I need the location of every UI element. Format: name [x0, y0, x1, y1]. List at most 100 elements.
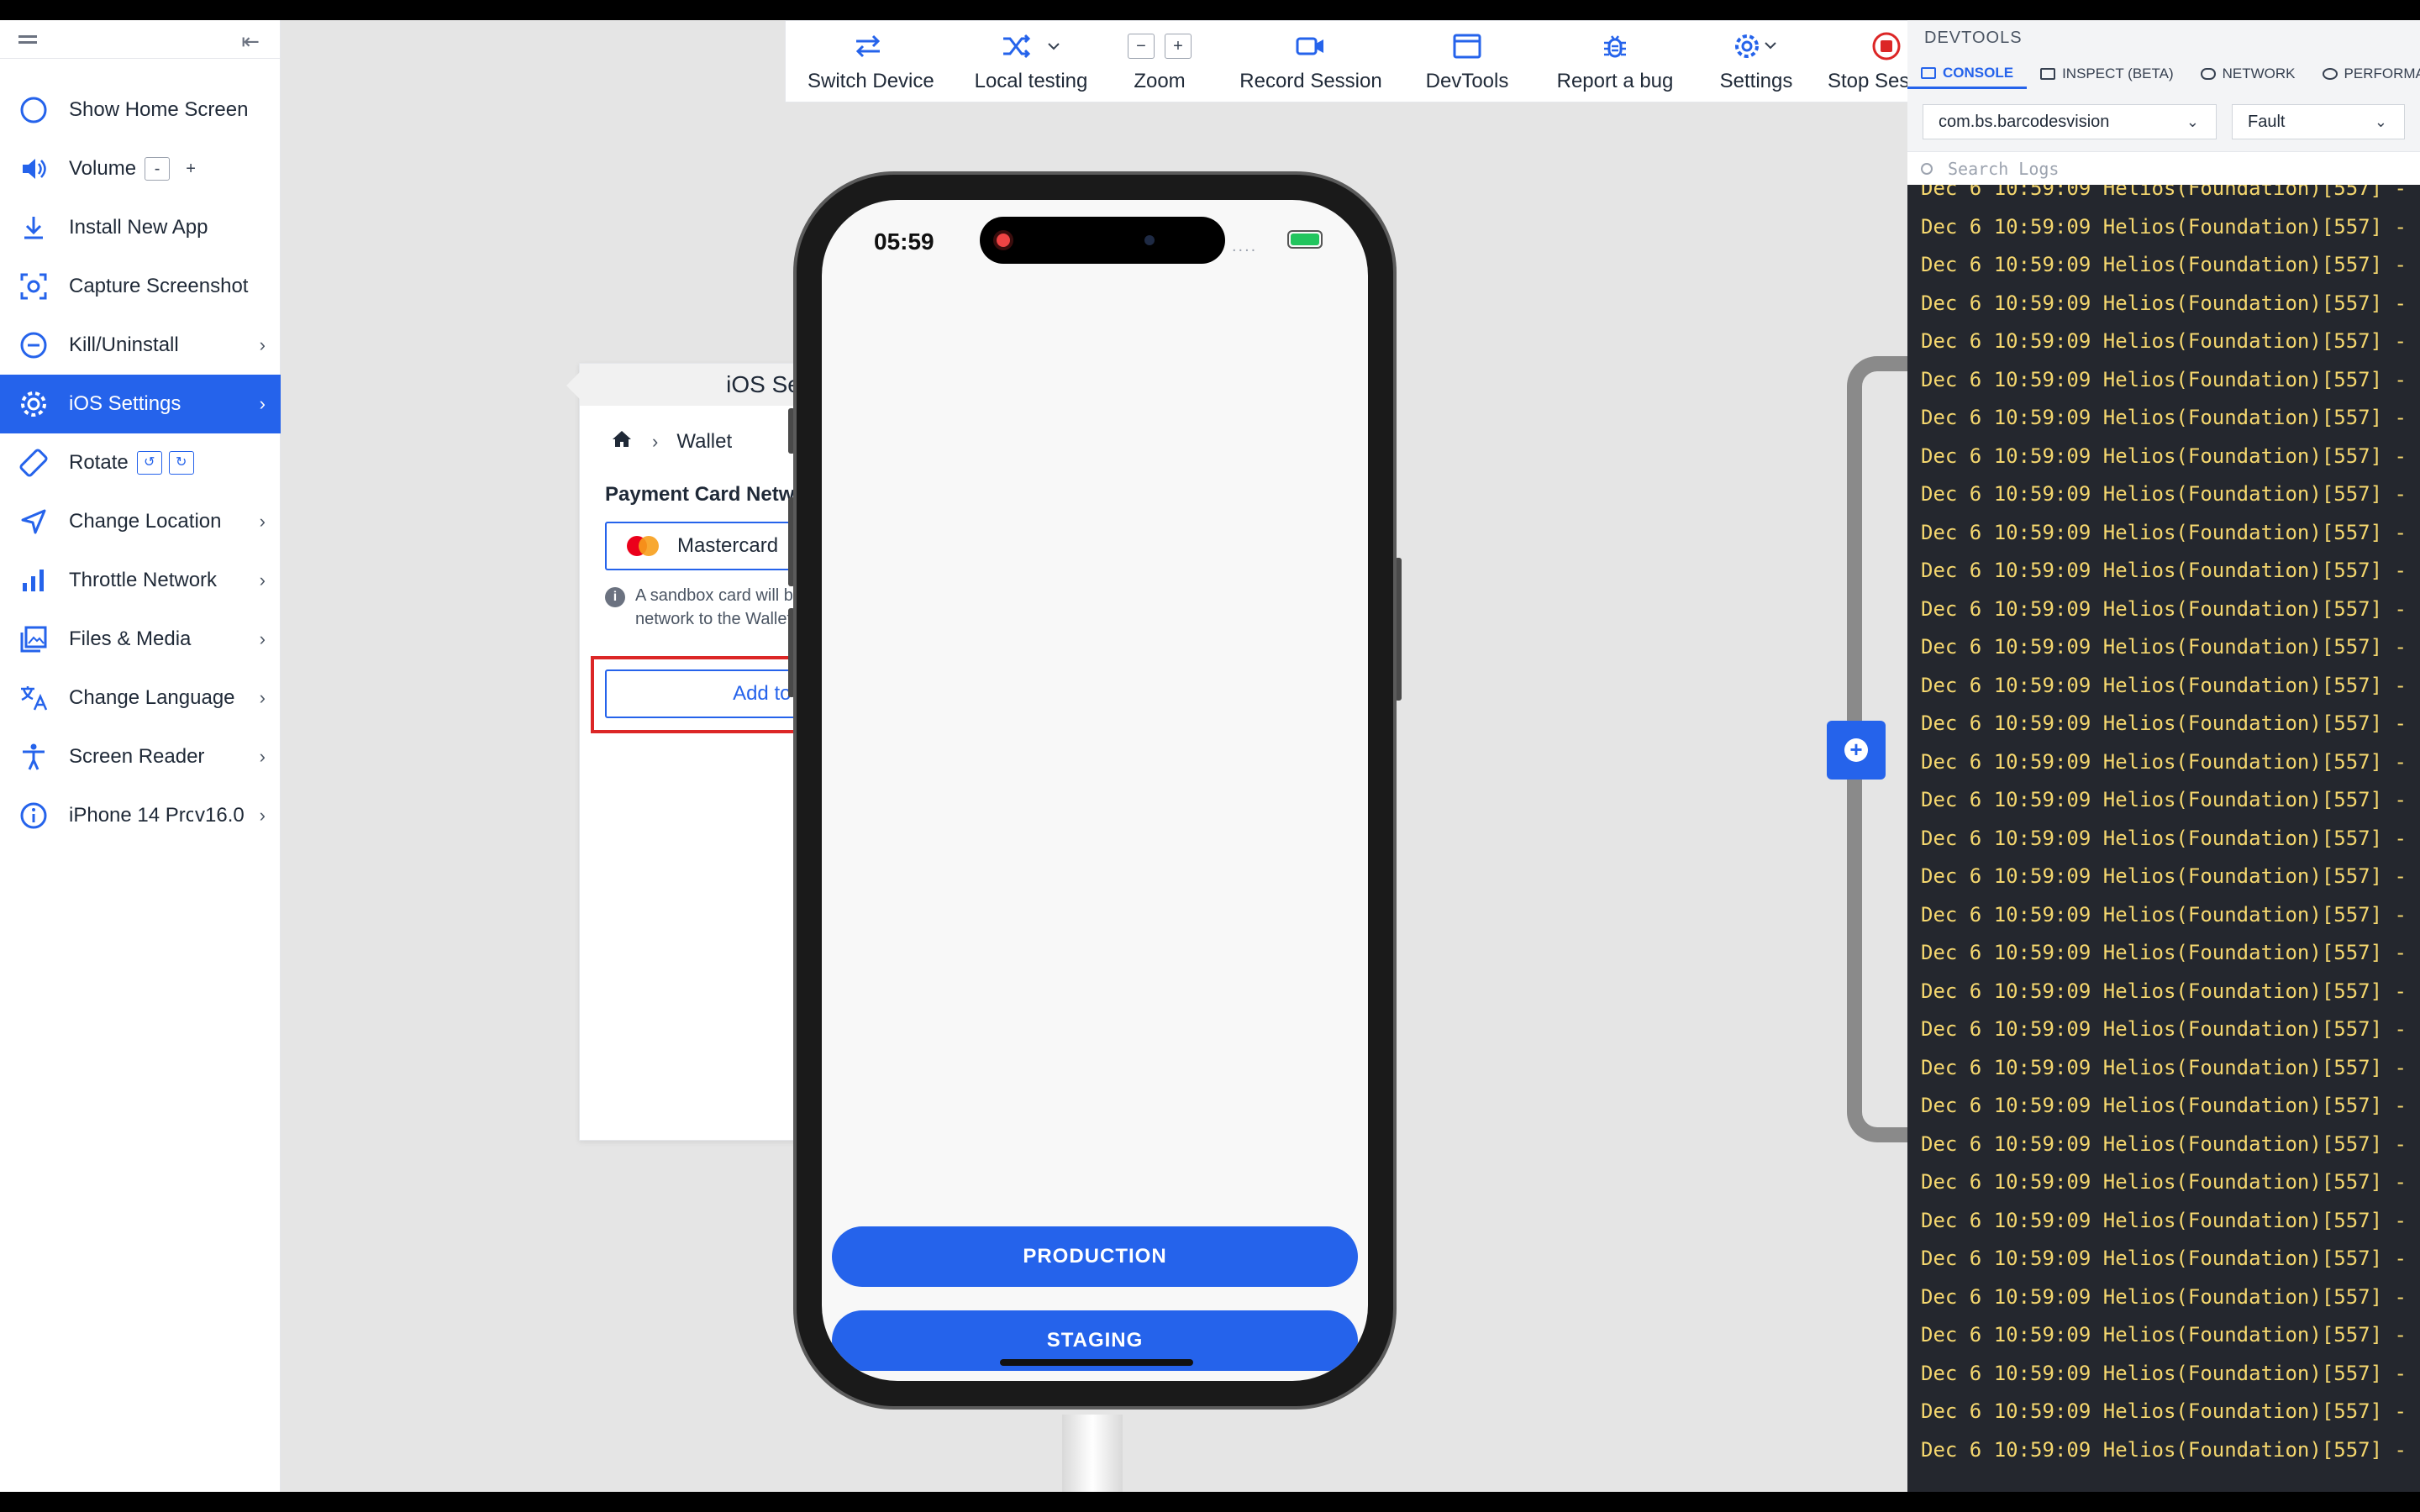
log-line: Dec 6 10:59:09 Helios(Foundation)[557] -: [1921, 1170, 2407, 1194]
production-button[interactable]: PRODUCTION: [832, 1226, 1358, 1287]
sidebar-item-show-home-screen[interactable]: Show Home Screen: [0, 81, 281, 139]
sidebar-item-label: Change Location: [69, 510, 222, 533]
mastercard-icon: [627, 536, 660, 556]
app-filter-select[interactable]: com.bs.barcodesvision ⌄: [1923, 104, 2217, 139]
log-line: Dec 6 10:59:09 Helios(Foundation)[557] -: [1921, 214, 2407, 239]
log-line: Dec 6 10:59:09 Helios(Foundation)[557] -: [1921, 635, 2407, 659]
rotate-right-button[interactable]: ↻: [168, 451, 194, 475]
sidebar-item-install-new-app[interactable]: Install New App: [0, 198, 281, 257]
settings-label: Settings: [1719, 70, 1793, 92]
log-line: Dec 6 10:59:09 Helios(Foundation)[557] -: [1921, 444, 2407, 468]
sidebar-item-ios-settings[interactable]: iOS Settings ›: [0, 375, 281, 433]
tab-network[interactable]: NETWORK: [2187, 59, 2309, 89]
log-line: Dec 6 10:59:09 Helios(Foundation)[557] -: [1921, 941, 2407, 964]
log-line: Dec 6 10:59:09 Helios(Foundation)[557] -: [1921, 559, 2407, 582]
devtools-panel: DEVTOOLS CONSOLE INSPECT (BETA) NETWORK …: [1907, 20, 2420, 1492]
sidebar-item-label: Capture Screenshot: [69, 275, 249, 297]
home-icon[interactable]: [612, 429, 632, 454]
sidebar-item-files-media[interactable]: Files & Media ›: [0, 610, 281, 669]
search-logs-input[interactable]: Search Logs: [1907, 151, 2420, 185]
report-bug-label: Report a bug: [1556, 70, 1674, 92]
phone-screen[interactable]: 05:59 .... PRODUCTION STAGING: [822, 200, 1368, 1381]
sidebar-item-label: Rotate: [69, 451, 129, 474]
log-line: Dec 6 10:59:09 Helios(Foundation)[557] -: [1921, 749, 2407, 774]
sidebar-item-change-location[interactable]: Change Location ›: [0, 492, 281, 551]
info-icon: i: [605, 587, 625, 607]
settings-button[interactable]: Settings: [1710, 29, 1802, 100]
log-line: Dec 6 10:59:09 Helios(Foundation)[557] -: [1921, 673, 2407, 697]
chevron-right-icon: ›: [259, 511, 266, 532]
info-icon: [17, 799, 50, 832]
log-line: Dec 6 10:59:09 Helios(Foundation)[557] -: [1921, 1399, 2407, 1423]
log-line: Dec 6 10:59:09 Helios(Foundation)[557] -: [1921, 1017, 2407, 1041]
screenshot-icon: [17, 270, 50, 303]
tab-inspect[interactable]: INSPECT (BETA): [2027, 59, 2187, 89]
sidebar-item-change-language[interactable]: Change Language ›: [0, 669, 281, 727]
sidebar-item-rotate[interactable]: Rotate ↺ ↻: [0, 433, 281, 492]
sidebar-item-throttle-network[interactable]: Throttle Network ›: [0, 551, 281, 610]
download-icon: [17, 211, 50, 244]
sidebar-header: ⇤: [0, 20, 280, 59]
log-line: Dec 6 10:59:09 Helios(Foundation)[557] -: [1921, 596, 2407, 621]
local-testing-button[interactable]: Local testing: [964, 29, 1098, 100]
log-line: Dec 6 10:59:09 Helios(Foundation)[557] -: [1921, 788, 2407, 811]
log-line: Dec 6 10:59:09 Helios(Foundation)[557] -: [1921, 979, 2407, 1003]
chevron-right-icon: ›: [652, 430, 659, 452]
volume-down-button[interactable]: -: [145, 157, 171, 181]
sidebar-item-capture-screenshot[interactable]: Capture Screenshot: [0, 257, 281, 316]
sidebar-item-label: Screen Reader: [69, 745, 205, 768]
devtools-button[interactable]: DevTools: [1421, 29, 1513, 100]
sidebar: ⇤ Show Home Screen Volume - + Install Ne…: [0, 20, 281, 1492]
console-icon: [1921, 66, 1936, 79]
dynamic-island: [980, 217, 1225, 264]
chevron-right-icon: ›: [259, 805, 266, 826]
sidebar-item-device-info[interactable]: iPhone 14 Pro v16.0 ›: [0, 786, 281, 845]
menu-icon[interactable]: [18, 35, 37, 44]
record-session-button[interactable]: Record Session: [1239, 29, 1382, 100]
battery-charging-icon: [1287, 230, 1323, 249]
window-icon: [1421, 29, 1513, 63]
recording-dot-icon: [997, 234, 1010, 247]
switch-device-label: Switch Device: [808, 70, 934, 92]
tab-label: NETWORK: [2222, 66, 2296, 81]
device-name: iPhone 14 Pro: [69, 804, 193, 827]
zoom-out-button[interactable]: −: [1128, 34, 1155, 59]
tab-console[interactable]: CONSOLE: [1907, 59, 2028, 89]
log-line: Dec 6 10:59:09 Helios(Foundation)[557] -: [1921, 1131, 2407, 1156]
sidebar-item-label: Throttle Network: [69, 569, 218, 591]
tab-performance[interactable]: PERFORMANCE: [2309, 59, 2420, 89]
sidebar-item-volume[interactable]: Volume - +: [0, 139, 281, 198]
home-indicator[interactable]: [1000, 1359, 1193, 1366]
swap-arrows-icon: [808, 29, 929, 63]
console-log-list[interactable]: Dec 6 10:59:09 Helios(Foundation)[557] -…: [1907, 185, 2420, 1492]
report-bug-button[interactable]: Report a bug: [1552, 29, 1678, 100]
sidebar-item-label: Volume: [69, 157, 137, 180]
log-line: Dec 6 10:59:09 Helios(Foundation)[557] -: [1921, 864, 2407, 888]
chevron-right-icon: ›: [259, 746, 266, 767]
log-level-select[interactable]: Fault ⌄: [2232, 104, 2405, 139]
collapse-sidebar-icon[interactable]: ⇤: [241, 29, 260, 55]
switch-device-button[interactable]: Switch Device: [808, 29, 934, 100]
sidebar-item-kill-uninstall[interactable]: Kill/Uninstall ›: [0, 316, 281, 375]
sidebar-item-screen-reader[interactable]: Screen Reader ›: [0, 727, 281, 786]
app-filter-value: com.bs.barcodesvision: [1939, 112, 2110, 131]
chevron-right-icon: ›: [259, 393, 266, 414]
rotate-left-button[interactable]: ↺: [136, 451, 162, 475]
volume-up-button[interactable]: +: [178, 157, 204, 181]
log-line: Dec 6 10:59:09 Helios(Foundation)[557] -: [1921, 520, 2407, 544]
add-panel-button[interactable]: +: [1827, 721, 1886, 780]
log-level-value: Fault: [2248, 112, 2286, 131]
log-line: Dec 6 10:59:09 Helios(Foundation)[557] -: [1921, 406, 2407, 429]
video-camera-icon: [1239, 29, 1382, 63]
image-icon: [17, 622, 50, 656]
chevron-down-icon: ⌄: [2374, 113, 2387, 130]
log-line: Dec 6 10:59:09 Helios(Foundation)[557] -: [1921, 291, 2407, 315]
log-line: Dec 6 10:59:09 Helios(Foundation)[557] -: [1921, 826, 2407, 850]
log-line: Dec 6 10:59:09 Helios(Foundation)[557] -: [1921, 902, 2407, 927]
translate-icon: [17, 681, 50, 715]
volume-icon: [17, 152, 50, 186]
zoom-in-button[interactable]: +: [1165, 34, 1192, 59]
log-line: Dec 6 10:59:09 Helios(Foundation)[557] -: [1921, 1055, 2407, 1079]
log-line: Dec 6 10:59:09 Helios(Foundation)[557] -: [1921, 1323, 2407, 1347]
breadcrumb-wallet: Wallet: [676, 429, 733, 453]
